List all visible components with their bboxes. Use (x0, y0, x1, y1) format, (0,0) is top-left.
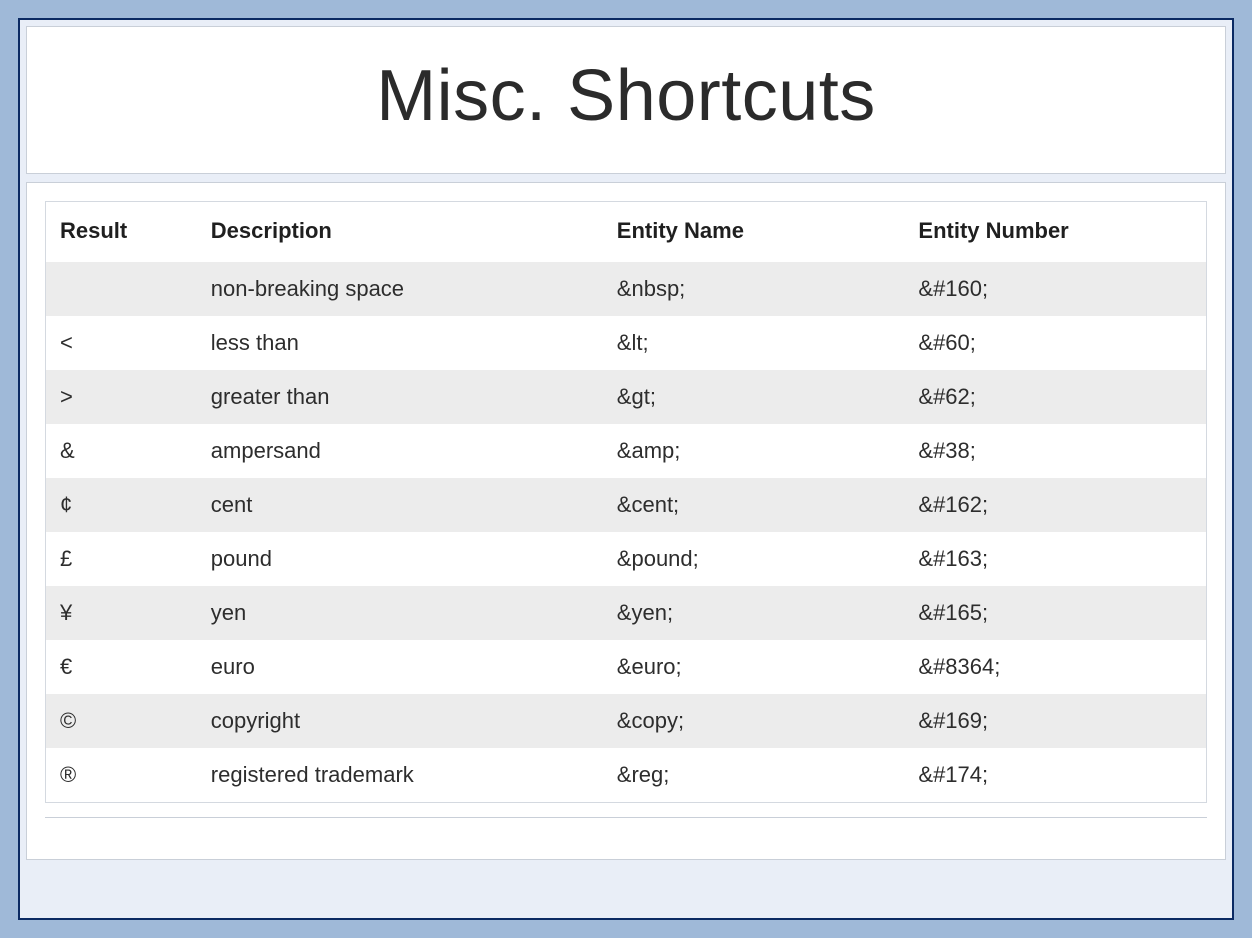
cell-entity-number: &#62; (904, 370, 1206, 424)
table-row: ¥ yen &yen; &#165; (46, 586, 1206, 640)
cell-description: pound (197, 532, 603, 586)
table-row: € euro &euro; &#8364; (46, 640, 1206, 694)
cell-result: © (46, 694, 197, 748)
th-result: Result (46, 202, 197, 262)
page-title: Misc. Shortcuts (47, 55, 1205, 137)
title-panel: Misc. Shortcuts (26, 26, 1226, 174)
table-row: > greater than &gt; &#62; (46, 370, 1206, 424)
cell-description: registered trademark (197, 748, 603, 802)
th-entity-name: Entity Name (603, 202, 905, 262)
cell-entity-name: &amp; (603, 424, 905, 478)
cell-entity-name: &yen; (603, 586, 905, 640)
cell-description: non-breaking space (197, 262, 603, 316)
cell-entity-name: &copy; (603, 694, 905, 748)
cell-description: greater than (197, 370, 603, 424)
cell-entity-number: &#174; (904, 748, 1206, 802)
table-row: £ pound &pound; &#163; (46, 532, 1206, 586)
table-row: © copyright &copy; &#169; (46, 694, 1206, 748)
slide-outer: Misc. Shortcuts Result Description (0, 0, 1252, 938)
th-entity-number: Entity Number (904, 202, 1206, 262)
cell-entity-name: &euro; (603, 640, 905, 694)
cell-description: copyright (197, 694, 603, 748)
cell-entity-number: &#60; (904, 316, 1206, 370)
table-panel: Result Description Entity Name Entity Nu… (26, 182, 1226, 860)
table-row: ® registered trademark &reg; &#174; (46, 748, 1206, 802)
cell-entity-number: &#160; (904, 262, 1206, 316)
cell-result: ¢ (46, 478, 197, 532)
table-row: ¢ cent &cent; &#162; (46, 478, 1206, 532)
cell-result: € (46, 640, 197, 694)
cell-description: less than (197, 316, 603, 370)
cell-entity-number: &#162; (904, 478, 1206, 532)
cell-entity-name: &lt; (603, 316, 905, 370)
cell-entity-name: &gt; (603, 370, 905, 424)
cell-result: < (46, 316, 197, 370)
cell-entity-number: &#38; (904, 424, 1206, 478)
table-body: non-breaking space &nbsp; &#160; < less … (46, 262, 1206, 802)
table-head: Result Description Entity Name Entity Nu… (46, 202, 1206, 262)
table-row: < less than &lt; &#60; (46, 316, 1206, 370)
panel-gap (26, 174, 1226, 182)
cell-entity-number: &#8364; (904, 640, 1206, 694)
cell-entity-name: &nbsp; (603, 262, 905, 316)
cell-description: yen (197, 586, 603, 640)
entity-table-wrap: Result Description Entity Name Entity Nu… (45, 201, 1207, 803)
cell-entity-name: &cent; (603, 478, 905, 532)
cell-entity-number: &#163; (904, 532, 1206, 586)
cell-description: euro (197, 640, 603, 694)
entity-table: Result Description Entity Name Entity Nu… (46, 202, 1206, 802)
cell-result: ¥ (46, 586, 197, 640)
cell-entity-number: &#169; (904, 694, 1206, 748)
slide-frame: Misc. Shortcuts Result Description (18, 18, 1234, 920)
cell-result: > (46, 370, 197, 424)
cell-description: cent (197, 478, 603, 532)
cell-result: & (46, 424, 197, 478)
cell-result (46, 262, 197, 316)
table-header-row: Result Description Entity Name Entity Nu… (46, 202, 1206, 262)
cell-entity-number: &#165; (904, 586, 1206, 640)
table-row: & ampersand &amp; &#38; (46, 424, 1206, 478)
cell-result: £ (46, 532, 197, 586)
cell-entity-name: &reg; (603, 748, 905, 802)
cell-description: ampersand (197, 424, 603, 478)
table-footer-strip (45, 817, 1207, 847)
cell-entity-name: &pound; (603, 532, 905, 586)
cell-result: ® (46, 748, 197, 802)
table-row: non-breaking space &nbsp; &#160; (46, 262, 1206, 316)
th-description: Description (197, 202, 603, 262)
